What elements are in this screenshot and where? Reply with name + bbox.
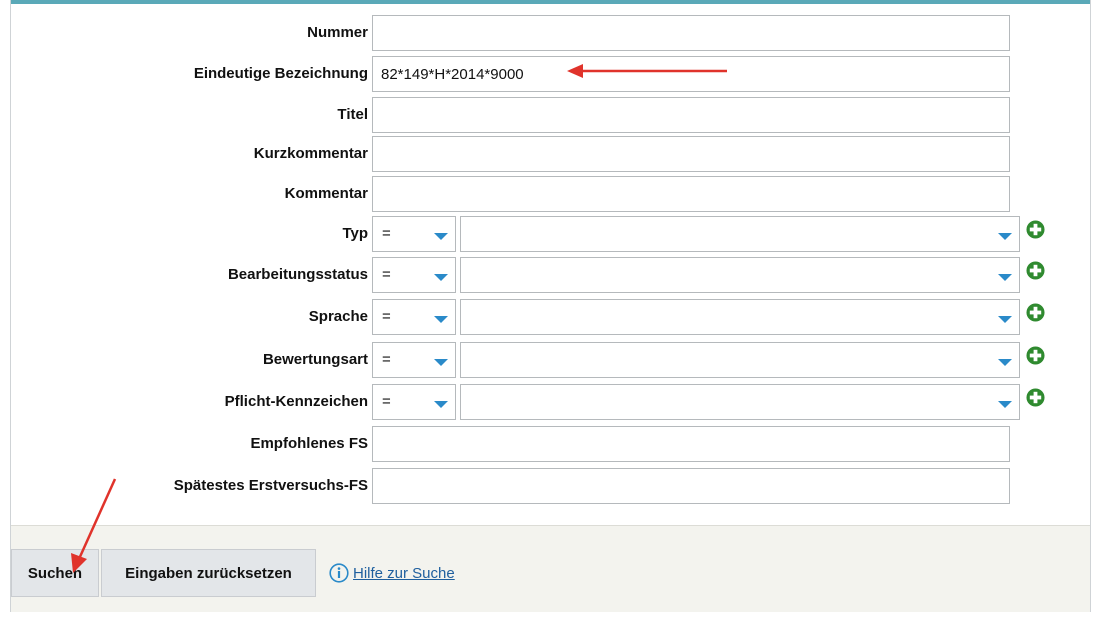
sprache-value-select[interactable] bbox=[460, 299, 1020, 335]
chevron-down-icon bbox=[998, 316, 1012, 323]
pflicht-operator-select[interactable]: = bbox=[372, 384, 456, 420]
sprache-label: Sprache bbox=[308, 308, 368, 325]
chevron-down-icon bbox=[998, 401, 1012, 408]
add-criterion-icon[interactable] bbox=[1026, 220, 1045, 239]
spaetestes-fs-label: Spätestes Erstversuchs-FS bbox=[173, 477, 368, 494]
pflicht-label: Pflicht-Kennzeichen bbox=[224, 393, 368, 410]
chevron-down-icon bbox=[998, 233, 1012, 240]
nummer-input[interactable] bbox=[372, 15, 1010, 51]
add-criterion-icon[interactable] bbox=[1026, 261, 1045, 280]
typ-value-select[interactable] bbox=[460, 216, 1020, 252]
form-footer: Suchen Eingaben zurücksetzen Hilfe zur S… bbox=[11, 525, 1090, 612]
row-empfohlenes-fs: Empfohlenes FS bbox=[11, 426, 1090, 462]
operator-value: = bbox=[382, 225, 391, 242]
row-pflicht: Pflicht-Kennzeichen = bbox=[11, 384, 1090, 420]
typ-label: Typ bbox=[342, 225, 368, 242]
kurzkommentar-input[interactable] bbox=[372, 136, 1010, 172]
kommentar-input[interactable] bbox=[372, 176, 1010, 212]
reset-button[interactable]: Eingaben zurücksetzen bbox=[101, 549, 316, 597]
row-bearbeitungsstatus: Bearbeitungsstatus = bbox=[11, 257, 1090, 293]
titel-input[interactable] bbox=[372, 97, 1010, 133]
chevron-down-icon bbox=[998, 359, 1012, 366]
add-criterion-icon[interactable] bbox=[1026, 303, 1045, 322]
titel-label: Titel bbox=[337, 106, 368, 123]
bearbeitungsstatus-label: Bearbeitungsstatus bbox=[227, 266, 368, 283]
bewertungsart-operator-select[interactable]: = bbox=[372, 342, 456, 378]
row-nummer: Nummer bbox=[11, 15, 1090, 51]
chevron-down-icon bbox=[434, 274, 448, 281]
search-form: Nummer Eindeutige Bezeichnung Titel Kurz… bbox=[11, 4, 1090, 524]
add-criterion-icon[interactable] bbox=[1026, 388, 1045, 407]
typ-operator-select[interactable]: = bbox=[372, 216, 456, 252]
chevron-down-icon bbox=[434, 233, 448, 240]
bearbeitungsstatus-operator-select[interactable]: = bbox=[372, 257, 456, 293]
chevron-down-icon bbox=[434, 401, 448, 408]
row-spaetestes-fs: Spätestes Erstversuchs-FS bbox=[11, 468, 1090, 504]
info-icon bbox=[329, 563, 349, 583]
empfohlenes-fs-label: Empfohlenes FS bbox=[250, 435, 368, 452]
bearbeitungsstatus-value-select[interactable] bbox=[460, 257, 1020, 293]
annotation-arrow-down bbox=[71, 478, 117, 573]
spaetestes-fs-input[interactable] bbox=[372, 468, 1010, 504]
operator-value: = bbox=[382, 308, 391, 325]
chevron-down-icon bbox=[434, 359, 448, 366]
operator-value: = bbox=[382, 393, 391, 410]
bewertungsart-label: Bewertungsart bbox=[262, 351, 368, 368]
row-kurzkommentar: Kurzkommentar bbox=[11, 136, 1090, 172]
empfohlenes-fs-input[interactable] bbox=[372, 426, 1010, 462]
annotation-arrow-right bbox=[567, 64, 727, 78]
row-kommentar: Kommentar bbox=[11, 176, 1090, 212]
sprache-operator-select[interactable]: = bbox=[372, 299, 456, 335]
operator-value: = bbox=[382, 351, 391, 368]
row-bewertungsart: Bewertungsart = bbox=[11, 342, 1090, 378]
row-bezeichnung: Eindeutige Bezeichnung bbox=[11, 56, 1090, 92]
help-link[interactable]: Hilfe zur Suche bbox=[329, 563, 455, 583]
nummer-label: Nummer bbox=[307, 24, 368, 41]
row-typ: Typ = bbox=[11, 216, 1090, 252]
bewertungsart-value-select[interactable] bbox=[460, 342, 1020, 378]
operator-value: = bbox=[382, 266, 391, 283]
help-link-label: Hilfe zur Suche bbox=[353, 564, 455, 582]
chevron-down-icon bbox=[998, 274, 1012, 281]
kurzkommentar-label: Kurzkommentar bbox=[253, 145, 368, 162]
row-titel: Titel bbox=[11, 97, 1090, 133]
pflicht-value-select[interactable] bbox=[460, 384, 1020, 420]
chevron-down-icon bbox=[434, 316, 448, 323]
row-sprache: Sprache = bbox=[11, 299, 1090, 335]
add-criterion-icon[interactable] bbox=[1026, 346, 1045, 365]
kommentar-label: Kommentar bbox=[284, 185, 368, 202]
bezeichnung-label: Eindeutige Bezeichnung bbox=[193, 65, 368, 82]
